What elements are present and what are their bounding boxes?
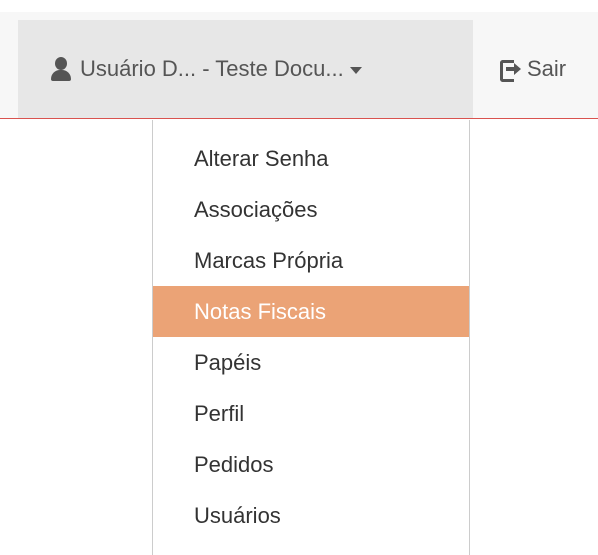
- menu-item-pedidos[interactable]: Pedidos: [153, 439, 469, 490]
- logout-icon: [500, 58, 522, 82]
- user-menu-toggle[interactable]: Usuário D... - Teste Docu...: [18, 20, 473, 118]
- logout-label: Sair: [527, 56, 567, 81]
- menu-item-alterar-senha[interactable]: Alterar Senha: [153, 133, 469, 184]
- logout-button[interactable]: Sair: [500, 20, 566, 118]
- caret-down-icon: [349, 66, 362, 74]
- user-menu-label: Usuário D... - Teste Docu...: [80, 56, 344, 81]
- menu-item-associacoes[interactable]: Associações: [153, 184, 469, 235]
- menu-item-notas-fiscais[interactable]: Notas Fiscais: [153, 286, 469, 337]
- user-dropdown-menu: Alterar Senha Associações Marcas Própria…: [152, 120, 470, 555]
- menu-item-usuarios[interactable]: Usuários: [153, 490, 469, 541]
- user-icon: [50, 56, 72, 82]
- page: Usuário D... - Teste Docu... Sair Altera…: [0, 0, 598, 555]
- menu-item-perfil[interactable]: Perfil: [153, 388, 469, 439]
- menu-item-papeis[interactable]: Papéis: [153, 337, 469, 388]
- menu-item-marcas-propria[interactable]: Marcas Própria: [153, 235, 469, 286]
- navbar: Usuário D... - Teste Docu... Sair: [0, 12, 598, 119]
